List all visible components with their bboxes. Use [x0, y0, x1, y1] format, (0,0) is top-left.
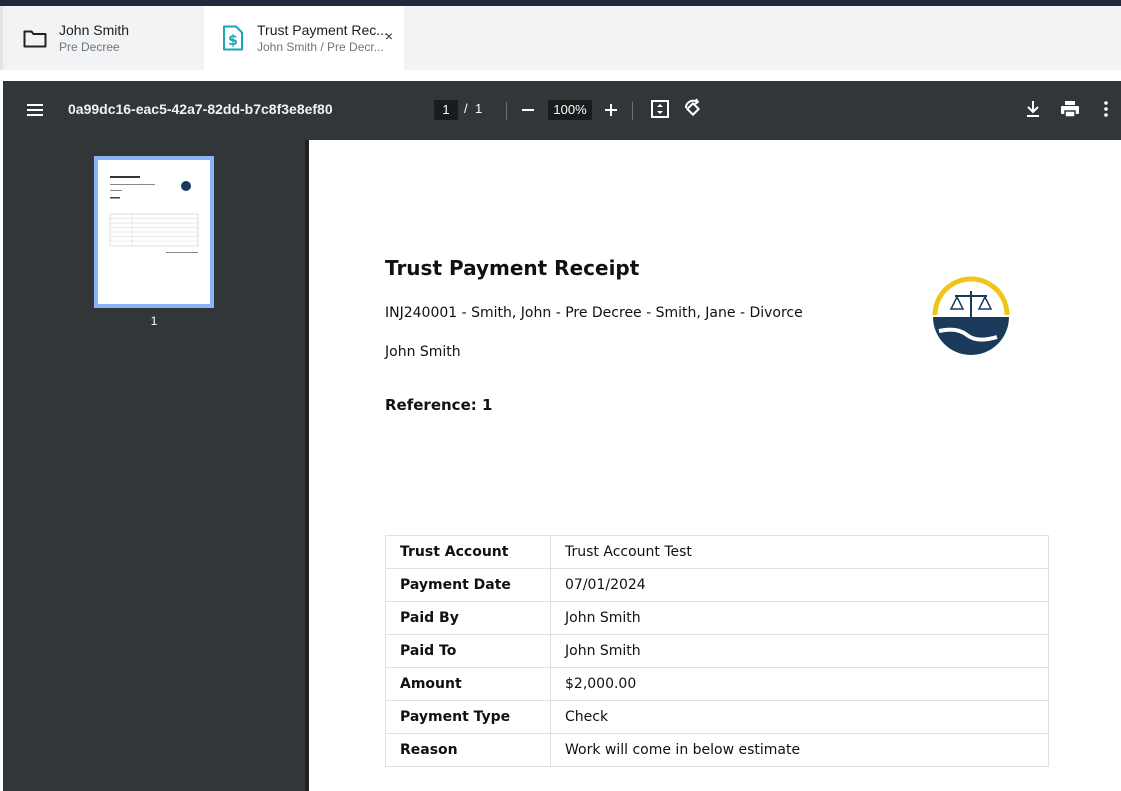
- document-viewer: Trust Payment Receipt INJ240001 - Smith,…: [309, 140, 1121, 791]
- tab-subtitle: John Smith / Pre Decr...: [257, 39, 384, 54]
- page-total: 1: [475, 101, 483, 116]
- field-label: Paid To: [385, 634, 551, 668]
- table-row: Amount $2,000.00: [385, 667, 1049, 701]
- field-value: Check: [550, 700, 1049, 734]
- field-label: Payment Date: [385, 568, 551, 602]
- page-thumbnail[interactable]: [94, 156, 214, 308]
- print-icon[interactable]: [1059, 99, 1081, 119]
- table-row: Paid By John Smith: [385, 601, 1049, 635]
- tab-title: John Smith: [59, 21, 130, 38]
- thumbnail-page-number: 1: [150, 314, 158, 328]
- table-row: Paid To John Smith: [385, 634, 1049, 668]
- download-icon[interactable]: [1024, 99, 1042, 119]
- document-title: 0a99dc16-eac5-42a7-82dd-b7c8f3e8ef80: [68, 101, 333, 117]
- thumbnail-sidebar: 1: [3, 140, 305, 791]
- payment-details-table: Trust Account Trust Account Test Payment…: [385, 535, 1049, 767]
- page-number-input[interactable]: 1: [434, 100, 458, 120]
- tab-trust-payment-receipt[interactable]: $ Trust Payment Rec... John Smith / Pre …: [204, 6, 404, 70]
- field-label: Reason: [385, 733, 551, 767]
- tab-john-smith[interactable]: John Smith Pre Decree: [6, 6, 204, 70]
- table-row: Payment Type Check: [385, 700, 1049, 734]
- reference-label: Reference: 1: [385, 396, 493, 414]
- field-label: Paid By: [385, 601, 551, 635]
- field-value: John Smith: [550, 634, 1049, 668]
- svg-text:$: $: [228, 33, 238, 49]
- close-icon[interactable]: ×: [382, 28, 396, 44]
- case-line: INJ240001 - Smith, John - Pre Decree - S…: [385, 305, 803, 321]
- field-label: Trust Account: [385, 535, 551, 569]
- zoom-input[interactable]: 100%: [548, 100, 592, 120]
- firm-logo: [927, 271, 1015, 359]
- table-row: Payment Date 07/01/2024: [385, 568, 1049, 602]
- dollar-document-icon: $: [220, 25, 246, 51]
- zoom-out-icon[interactable]: [520, 99, 536, 121]
- field-value: Trust Account Test: [550, 535, 1049, 569]
- client-name: John Smith: [385, 344, 461, 360]
- more-options-icon[interactable]: [1100, 99, 1112, 119]
- page-separator: /: [464, 101, 468, 116]
- tab-subtitle: Pre Decree: [59, 39, 120, 54]
- toolbar-divider: [506, 102, 507, 120]
- table-row: Reason Work will come in below estimate: [385, 733, 1049, 767]
- pdf-toolbar: 0a99dc16-eac5-42a7-82dd-b7c8f3e8ef80 1 /…: [3, 81, 1121, 140]
- folder-icon: [22, 25, 48, 51]
- field-label: Amount: [385, 667, 551, 701]
- receipt-heading: Trust Payment Receipt: [385, 256, 640, 280]
- menu-icon[interactable]: [25, 101, 45, 119]
- field-value: 07/01/2024: [550, 568, 1049, 602]
- toolbar-divider: [632, 102, 633, 120]
- fit-to-page-icon[interactable]: [650, 99, 670, 119]
- tab-strip: John Smith Pre Decree $ Trust Payment Re…: [0, 6, 1121, 70]
- field-value: $2,000.00: [550, 667, 1049, 701]
- field-label: Payment Type: [385, 700, 551, 734]
- table-row: Trust Account Trust Account Test: [385, 535, 1049, 569]
- rotate-icon[interactable]: [682, 98, 704, 120]
- zoom-in-icon[interactable]: [603, 99, 619, 121]
- field-value: John Smith: [550, 601, 1049, 635]
- field-value: Work will come in below estimate: [550, 733, 1049, 767]
- tab-title: Trust Payment Rec...: [257, 21, 388, 38]
